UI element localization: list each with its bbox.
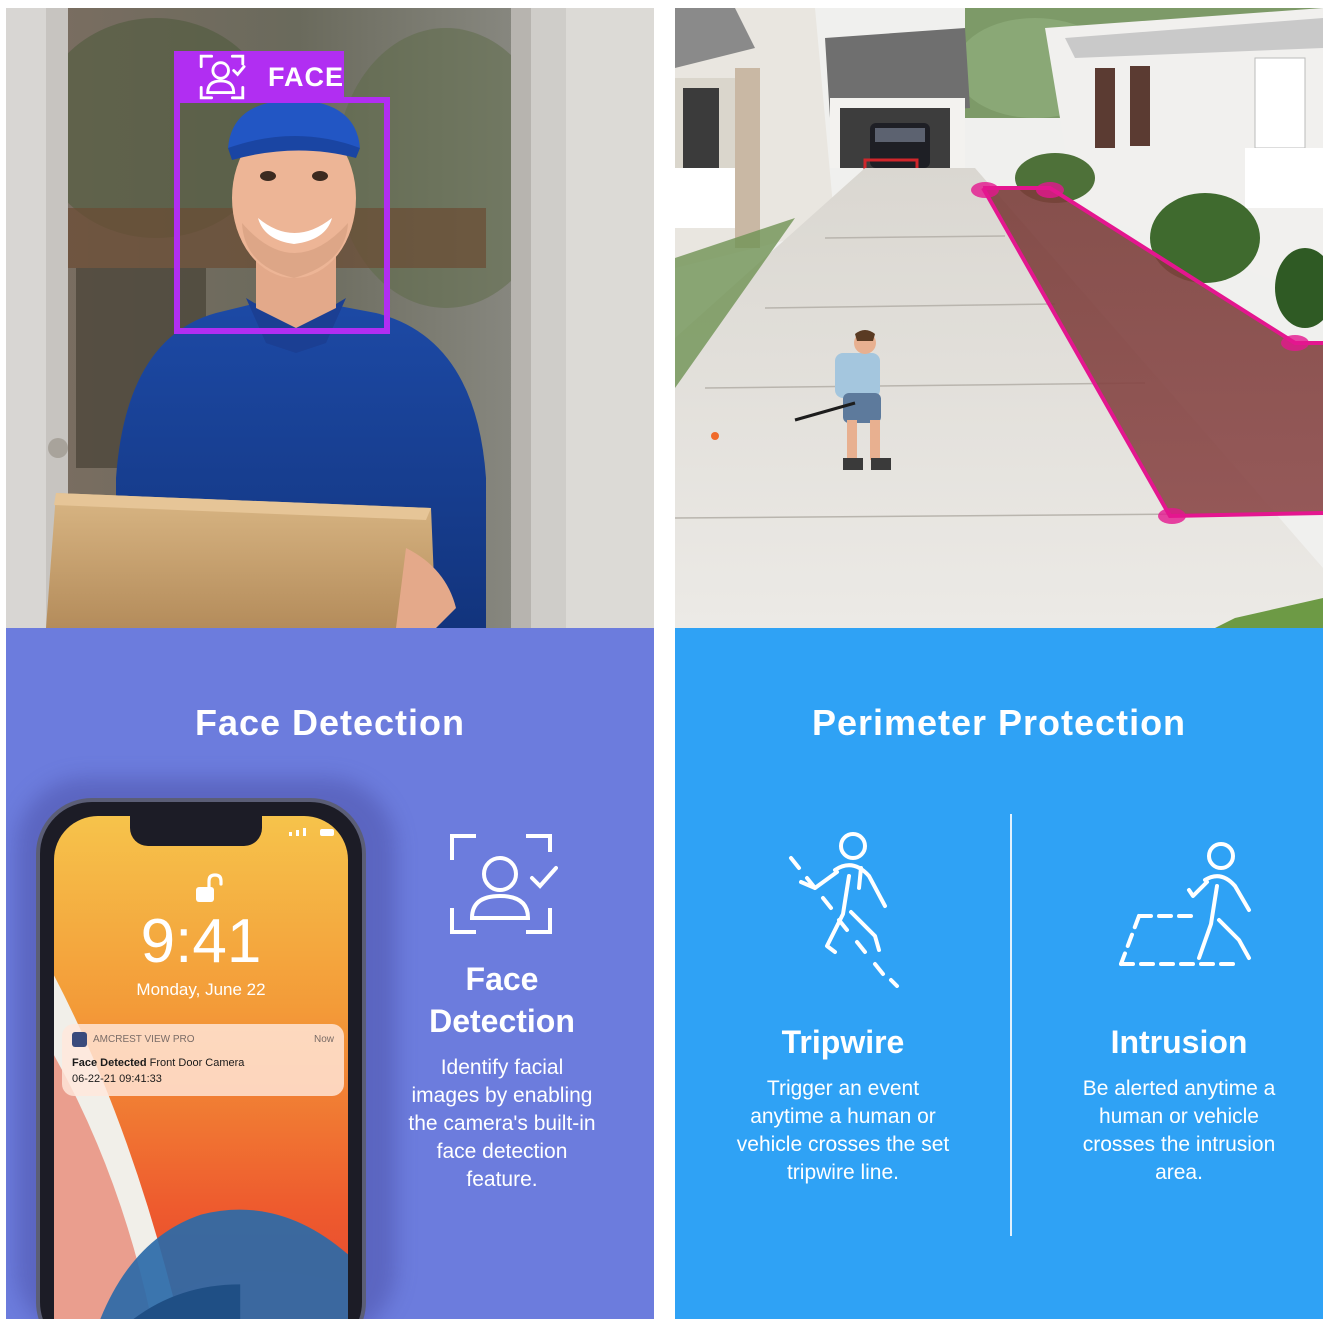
description-line: tripwire line. — [786, 1161, 900, 1184]
face-detection-section: Face Detection 9:41 Monday, June 22 AMCR… — [6, 628, 654, 1319]
signal-icon — [289, 832, 292, 836]
lock-screen-time: 9:41 — [140, 907, 262, 976]
description-line: Identify facial — [440, 1056, 564, 1079]
face-tag-label: FACE — [267, 61, 344, 92]
lock-screen-date: Monday, June 22 — [136, 980, 266, 999]
notification-title: Face Detected — [72, 1057, 147, 1069]
phone-notch — [130, 816, 262, 846]
tripwire-title: Tripwire — [781, 1024, 905, 1060]
description-line: vehicle crosses the set — [736, 1133, 950, 1156]
feature-title-line: Face — [465, 961, 539, 997]
description-line: Trigger an event — [766, 1077, 920, 1100]
tripwire-description: Trigger an event anytime a human or vehi… — [715, 1075, 971, 1187]
phone-lock-screen: 9:41 Monday, June 22 AMCREST VIEW PRO No… — [54, 816, 348, 1319]
driveway-illustration — [675, 8, 1323, 628]
face-detection-feature-title: Face Detection — [376, 958, 628, 1042]
status-bar-icons — [289, 828, 334, 836]
amcrest-app-icon — [72, 1032, 87, 1047]
perimeter-protection-title: Perimeter Protection — [811, 702, 1187, 743]
tripwire-person-icon — [789, 832, 899, 988]
description-line: images by enabling — [411, 1084, 593, 1107]
signal-icon — [296, 830, 299, 836]
description-line: crosses the intrusion — [1082, 1133, 1276, 1156]
notification-body: Face Detected Front Door Camera 06-22-21… — [72, 1055, 334, 1087]
notification-header: AMCREST VIEW PRO Now — [72, 1032, 334, 1047]
face-detection-title: Face Detection — [194, 702, 466, 743]
unlock-icon — [196, 873, 223, 902]
face-detection-description: Identify facial images by enabling the c… — [376, 1054, 628, 1194]
battery-icon — [320, 829, 334, 836]
notification-timestamp: Now — [313, 1034, 334, 1045]
face-detection-photo: FACE — [6, 8, 654, 628]
notification-message: Front Door Camera — [149, 1057, 245, 1069]
feature-title-line: Detection — [429, 1003, 575, 1039]
description-line: feature. — [466, 1168, 538, 1191]
push-notification[interactable]: AMCREST VIEW PRO Now Face Detected Front… — [62, 1024, 344, 1096]
notification-datetime: 06-22-21 09:41:33 — [72, 1073, 162, 1085]
intrusion-person-icon — [1119, 842, 1251, 966]
face-tag: FACE — [174, 51, 344, 103]
section-divider — [1010, 814, 1012, 1236]
smartphone-mockup: 9:41 Monday, June 22 AMCREST VIEW PRO No… — [36, 798, 366, 1319]
description-line: human or vehicle — [1099, 1105, 1259, 1128]
face-recognition-icon — [450, 834, 558, 934]
description-line: anytime a human or — [750, 1105, 936, 1128]
face-bounding-box — [174, 97, 390, 334]
description-line: Be alerted anytime a — [1082, 1077, 1276, 1100]
intrusion-title: Intrusion — [1110, 1024, 1248, 1060]
perimeter-protection-photo — [675, 8, 1323, 628]
intrusion-description: Be alerted anytime a human or vehicle cr… — [1051, 1075, 1307, 1187]
notification-app-name: AMCREST VIEW PRO — [93, 1034, 195, 1045]
description-line: the camera's built-in — [408, 1112, 596, 1135]
description-line: face detection — [436, 1140, 568, 1163]
perimeter-protection-section: Perimeter Protection Tripwire Trigger an… — [675, 628, 1323, 1319]
face-scan-icon — [199, 54, 246, 100]
description-line: area. — [1155, 1161, 1203, 1184]
signal-icon — [303, 828, 306, 836]
